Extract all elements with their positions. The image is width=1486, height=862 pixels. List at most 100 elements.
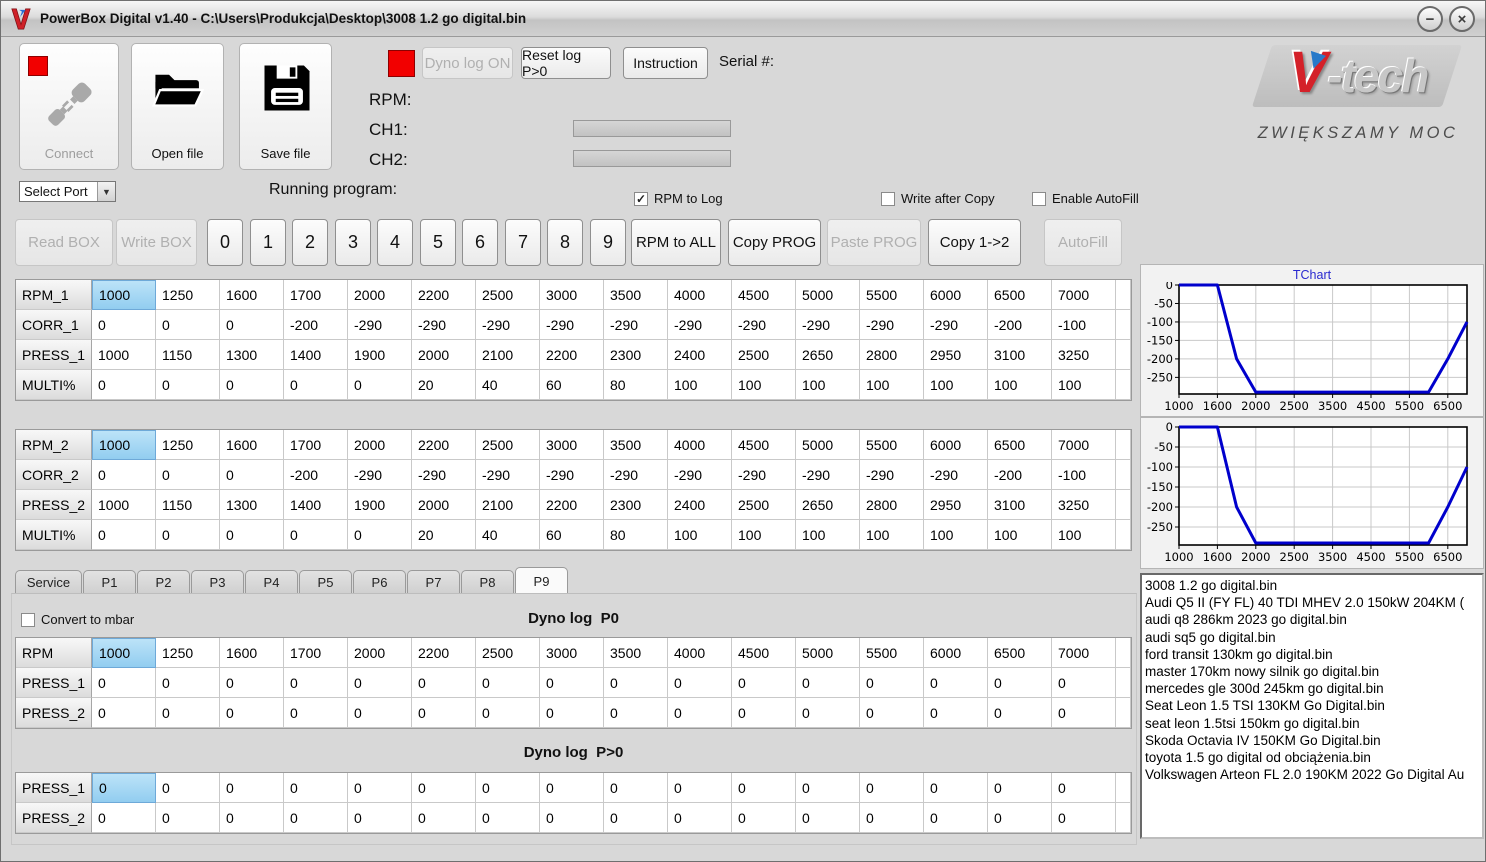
program-button-1[interactable]: 1 [250, 219, 286, 266]
table-cell[interactable]: 3250 [1052, 490, 1116, 520]
table-cell[interactable]: 3500 [604, 638, 668, 668]
table-cell[interactable]: 100 [924, 370, 988, 400]
table-cell[interactable]: -290 [348, 460, 412, 490]
table-cell[interactable]: -100 [1052, 460, 1116, 490]
table-cell[interactable]: 0 [220, 370, 284, 400]
table-cell[interactable]: -290 [796, 460, 860, 490]
program-button-7[interactable]: 7 [505, 219, 541, 266]
table-cell[interactable]: 1000 [92, 340, 156, 370]
table-cell[interactable]: 0 [348, 520, 412, 550]
table-cell[interactable]: -290 [476, 460, 540, 490]
table-cell[interactable]: 0 [476, 773, 540, 803]
table-cell[interactable]: 100 [732, 370, 796, 400]
table-cell[interactable]: 1700 [284, 430, 348, 460]
table-cell[interactable]: 0 [668, 698, 732, 728]
table-cell[interactable]: 0 [1052, 698, 1116, 728]
minimize-button[interactable]: − [1417, 6, 1443, 32]
table-cell[interactable]: -290 [860, 460, 924, 490]
tab-p5[interactable]: P5 [299, 570, 352, 594]
table-cell[interactable]: 100 [732, 520, 796, 550]
table-cell[interactable]: 0 [540, 803, 604, 833]
table-cell[interactable]: 1150 [156, 490, 220, 520]
table-cell[interactable]: 0 [156, 698, 220, 728]
table-cell[interactable]: 0 [220, 520, 284, 550]
table-cell[interactable]: -290 [860, 310, 924, 340]
tab-p2[interactable]: P2 [137, 570, 190, 594]
tab-p4[interactable]: P4 [245, 570, 298, 594]
table-cell[interactable]: 2500 [476, 430, 540, 460]
instruction-button[interactable]: Instruction [623, 47, 708, 79]
table-cell[interactable]: 0 [604, 803, 668, 833]
table-cell[interactable]: 2500 [476, 638, 540, 668]
table-cell[interactable]: 1700 [284, 280, 348, 310]
table-cell[interactable]: 2200 [412, 638, 476, 668]
connect-button[interactable]: Connect [19, 43, 119, 170]
program-button-4[interactable]: 4 [377, 219, 413, 266]
copy-prog-button[interactable]: Copy PROG [728, 219, 821, 266]
table-cell[interactable]: 0 [988, 668, 1052, 698]
table-cell[interactable]: 0 [860, 668, 924, 698]
table-cell[interactable]: -200 [988, 460, 1052, 490]
open-file-button[interactable]: Open file [131, 43, 224, 170]
table-cell[interactable]: 0 [348, 773, 412, 803]
table-cell[interactable]: 2100 [476, 490, 540, 520]
table-cell[interactable]: 0 [604, 698, 668, 728]
table-cell[interactable]: 0 [92, 668, 156, 698]
table-cell[interactable]: 0 [220, 310, 284, 340]
table-cell[interactable]: 1250 [156, 638, 220, 668]
table-cell[interactable]: 0 [220, 698, 284, 728]
tab-p1[interactable]: P1 [83, 570, 136, 594]
reset-log-button[interactable]: Reset log P>0 [521, 47, 611, 79]
table-cell[interactable]: 2300 [604, 490, 668, 520]
table-cell[interactable]: 1150 [156, 340, 220, 370]
rpm-to-log-checkbox-box[interactable]: ✓ [634, 191, 648, 206]
close-button[interactable]: × [1449, 6, 1475, 32]
table-cell[interactable]: 0 [284, 698, 348, 728]
table-cell[interactable]: 1250 [156, 430, 220, 460]
table-cell[interactable]: 2800 [860, 490, 924, 520]
table-cell[interactable]: 0 [412, 698, 476, 728]
tab-p8[interactable]: P8 [461, 570, 514, 594]
table-cell[interactable]: 4500 [732, 638, 796, 668]
rpm-to-log-checkbox[interactable]: ✓ RPM to Log [634, 191, 723, 206]
table-cell[interactable]: 0 [476, 668, 540, 698]
table-cell[interactable]: 0 [92, 698, 156, 728]
file-list-item[interactable]: seat leon 1.5tsi 150km go digital.bin [1145, 715, 1482, 732]
table-cell[interactable]: 0 [284, 520, 348, 550]
table-cell[interactable]: 100 [860, 370, 924, 400]
table-cell[interactable]: 1400 [284, 340, 348, 370]
table-cell[interactable]: 1250 [156, 280, 220, 310]
table-cell[interactable]: 2500 [732, 490, 796, 520]
read-box-button[interactable]: Read BOX [15, 219, 113, 266]
table-cell[interactable]: 1000 [92, 490, 156, 520]
table-cell[interactable]: 0 [412, 803, 476, 833]
table-cell[interactable]: 2200 [412, 430, 476, 460]
table-cell[interactable]: 1000 [92, 280, 156, 310]
table-cell[interactable]: 0 [540, 773, 604, 803]
table-cell[interactable]: 1000 [92, 638, 156, 668]
table-cell[interactable]: 7000 [1052, 430, 1116, 460]
table-cell[interactable]: 0 [988, 773, 1052, 803]
table-cell[interactable]: 0 [1052, 668, 1116, 698]
table-cell[interactable]: 0 [604, 668, 668, 698]
write-box-button[interactable]: Write BOX [116, 219, 197, 266]
table-cell[interactable]: 2950 [924, 340, 988, 370]
table-cell[interactable]: 2400 [668, 340, 732, 370]
table-cell[interactable]: 2200 [540, 340, 604, 370]
table-cell[interactable]: 0 [732, 803, 796, 833]
table-cell[interactable]: 0 [1052, 773, 1116, 803]
copy-1-2-button[interactable]: Copy 1->2 [928, 219, 1021, 266]
file-list-item[interactable]: 3008 1.2 go digital.bin [1145, 577, 1482, 594]
table-cell[interactable]: 0 [284, 773, 348, 803]
program-button-2[interactable]: 2 [292, 219, 328, 266]
table-cell[interactable]: 3000 [540, 280, 604, 310]
enable-autofill-checkbox[interactable]: ✓ Enable AutoFill [1032, 191, 1139, 206]
table-cell[interactable]: 100 [988, 370, 1052, 400]
table-cell[interactable]: -200 [284, 460, 348, 490]
table-cell[interactable]: 3100 [988, 340, 1052, 370]
program-button-5[interactable]: 5 [420, 219, 456, 266]
table-cell[interactable]: 0 [92, 460, 156, 490]
tab-p6[interactable]: P6 [353, 570, 406, 594]
table-cell[interactable]: 100 [796, 370, 860, 400]
table-cell[interactable]: 60 [540, 520, 604, 550]
